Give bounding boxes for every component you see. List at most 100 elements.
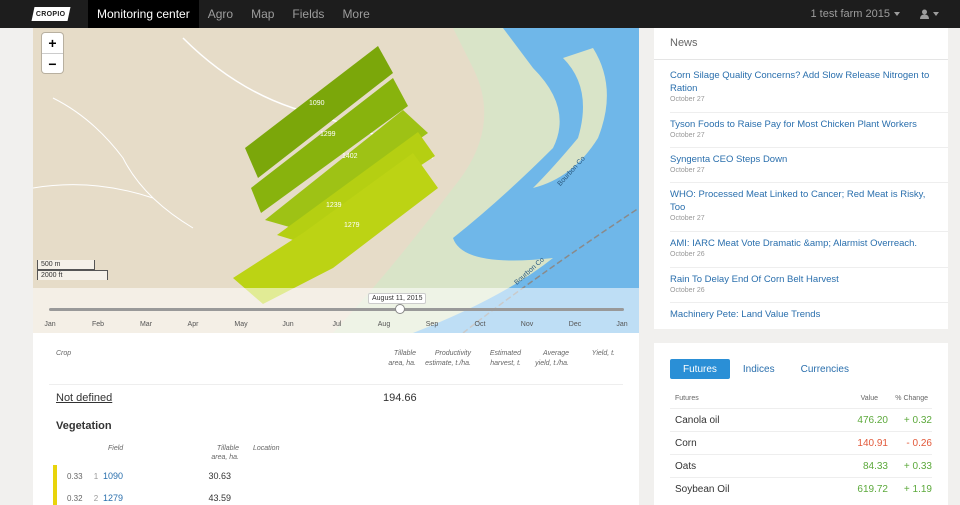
month-label: Nov: [520, 321, 534, 328]
col-yield: Yield, t.: [591, 350, 615, 357]
news-date: October 26: [670, 287, 705, 294]
top-navbar: CROPIO Monitoring center Agro Map Fields…: [0, 0, 960, 28]
commodity-value: 84.33: [862, 460, 888, 472]
logo-text: CROPIO: [36, 10, 66, 18]
zoom-out-button[interactable]: −: [42, 53, 63, 73]
row-index: 2: [93, 493, 99, 503]
month-label: Mar: [139, 321, 153, 328]
divider: [670, 112, 948, 113]
table-row[interactable]: Canola oil 476.20 + 0.32: [670, 408, 932, 431]
commodity-value: 140.91: [857, 437, 888, 449]
month-label: Apr: [187, 321, 199, 328]
field-map[interactable]: 1090 1299 1402 1239 1279 Bourbon Co Bour…: [33, 28, 639, 333]
commodity-name: Oats: [675, 460, 697, 472]
month-label: Feb: [91, 321, 105, 328]
news-date: October 27: [670, 132, 705, 139]
divider: [654, 59, 948, 60]
table-row[interactable]: 0.32 2 1279 43.59: [53, 487, 253, 505]
news-link[interactable]: Syngenta CEO Steps Down: [670, 153, 940, 166]
field-label[interactable]: 1402: [342, 153, 358, 160]
divider: [670, 302, 948, 303]
user-menu[interactable]: [920, 9, 939, 19]
zoom-control: + −: [42, 33, 63, 73]
col-value: Value: [860, 395, 878, 402]
date-timeline[interactable]: August 11, 2015 Jan Feb Mar Apr May Jun …: [33, 288, 639, 333]
news-link[interactable]: Machinery Pete: Land Value Trends: [670, 308, 940, 321]
farm-name: 1 test farm 2015: [810, 8, 891, 20]
commodity-name: Canola oil: [675, 414, 720, 426]
news-date: October 26: [670, 251, 705, 258]
field-link[interactable]: 1279: [103, 493, 183, 503]
news-link[interactable]: Rain To Delay End Of Corn Belt Harvest: [670, 273, 940, 286]
news-item[interactable]: Tyson Foods to Raise Pay for Most Chicke…: [670, 118, 940, 139]
timeline-date-tooltip: August 11, 2015: [368, 293, 427, 304]
commodity-value: 476.20: [857, 414, 888, 426]
timeline-track[interactable]: [49, 308, 624, 311]
commodity-value: 619.72: [857, 483, 888, 495]
not-defined-area: 194.66: [383, 392, 417, 404]
table-row[interactable]: 0.33 1 1090 30.63: [53, 465, 253, 487]
month-label: Oct: [474, 321, 486, 328]
field-label[interactable]: 1299: [320, 131, 336, 138]
user-icon: [920, 9, 929, 19]
field-area: 30.63: [208, 471, 231, 481]
field-link[interactable]: 1090: [103, 471, 183, 481]
news-item[interactable]: AMI: IARC Meat Vote Dramatic &amp; Alarm…: [670, 237, 940, 258]
news-item[interactable]: WHO: Processed Meat Linked to Cancer; Re…: [670, 188, 940, 222]
ndvi-value: 0.32: [67, 493, 83, 503]
table-row[interactable]: Corn 140.91 - 0.26: [670, 431, 932, 454]
col-average-yield: Average yield, t./ha.: [535, 350, 569, 367]
scale-metric: 500 m: [37, 260, 95, 270]
col-futures: Futures: [675, 395, 699, 402]
news-link[interactable]: AMI: IARC Meat Vote Dramatic &amp; Alarm…: [670, 237, 940, 250]
tab-indices[interactable]: Indices: [730, 359, 788, 379]
chevron-down-icon: [894, 12, 900, 16]
month-label: May: [234, 321, 248, 328]
news-link[interactable]: WHO: Processed Meat Linked to Cancer; Re…: [670, 188, 940, 214]
news-item[interactable]: Rain To Delay End Of Corn Belt Harvest O…: [670, 273, 940, 294]
nav-agro[interactable]: Agro: [199, 0, 242, 28]
ndvi-color-bar: [53, 465, 57, 487]
commodity-name: Soybean Oil: [675, 483, 730, 495]
ndvi-color-bar: [53, 487, 57, 505]
field-label[interactable]: 1279: [344, 222, 360, 229]
news-date: October 27: [670, 167, 705, 174]
table-row[interactable]: Soybean Oil 619.72 + 1.19: [670, 477, 932, 500]
map-scale: 500 m 2000 ft: [37, 260, 108, 280]
month-label: Dec: [568, 321, 582, 328]
news-link[interactable]: Tyson Foods to Raise Pay for Most Chicke…: [670, 118, 940, 131]
divider: [670, 267, 948, 268]
divider: [670, 231, 948, 232]
month-label: Jan: [616, 321, 628, 328]
col-change: % Change: [895, 395, 928, 402]
commodity-change: + 1.19: [903, 483, 932, 495]
table-row[interactable]: Oats 84.33 + 0.33: [670, 454, 932, 477]
field-label[interactable]: 1090: [309, 100, 325, 107]
news-item[interactable]: Syngenta CEO Steps Down October 27: [670, 153, 940, 174]
commodity-change: + 0.32: [903, 414, 932, 426]
nav-map[interactable]: Map: [242, 0, 283, 28]
nav-monitoring-center[interactable]: Monitoring center: [88, 0, 199, 28]
col-crop: Crop: [56, 350, 72, 357]
tab-currencies[interactable]: Currencies: [788, 359, 862, 379]
nav-more[interactable]: More: [333, 0, 378, 28]
news-item[interactable]: Corn Silage Quality Concerns? Add Slow R…: [670, 69, 940, 103]
month-label: Aug: [377, 321, 391, 328]
zoom-in-button[interactable]: +: [42, 33, 63, 53]
news-item[interactable]: Machinery Pete: Land Value Trends: [670, 308, 940, 321]
vegetation-title: Vegetation: [56, 420, 112, 432]
field-label[interactable]: 1239: [326, 202, 342, 209]
timeline-handle[interactable]: [394, 304, 405, 314]
divider: [49, 384, 623, 385]
news-date: October 27: [670, 215, 705, 222]
month-label: Sep: [425, 321, 439, 328]
tab-futures[interactable]: Futures: [670, 359, 730, 379]
month-label: Jun: [282, 321, 294, 328]
news-title: News: [670, 37, 698, 49]
farm-selector[interactable]: 1 test farm 2015: [810, 8, 900, 20]
cropio-logo[interactable]: CROPIO: [31, 7, 71, 21]
nav-fields[interactable]: Fields: [283, 0, 333, 28]
news-link[interactable]: Corn Silage Quality Concerns? Add Slow R…: [670, 69, 940, 95]
market-tabs: Futures Indices Currencies: [670, 359, 862, 379]
crop-not-defined[interactable]: Not defined: [56, 392, 112, 404]
